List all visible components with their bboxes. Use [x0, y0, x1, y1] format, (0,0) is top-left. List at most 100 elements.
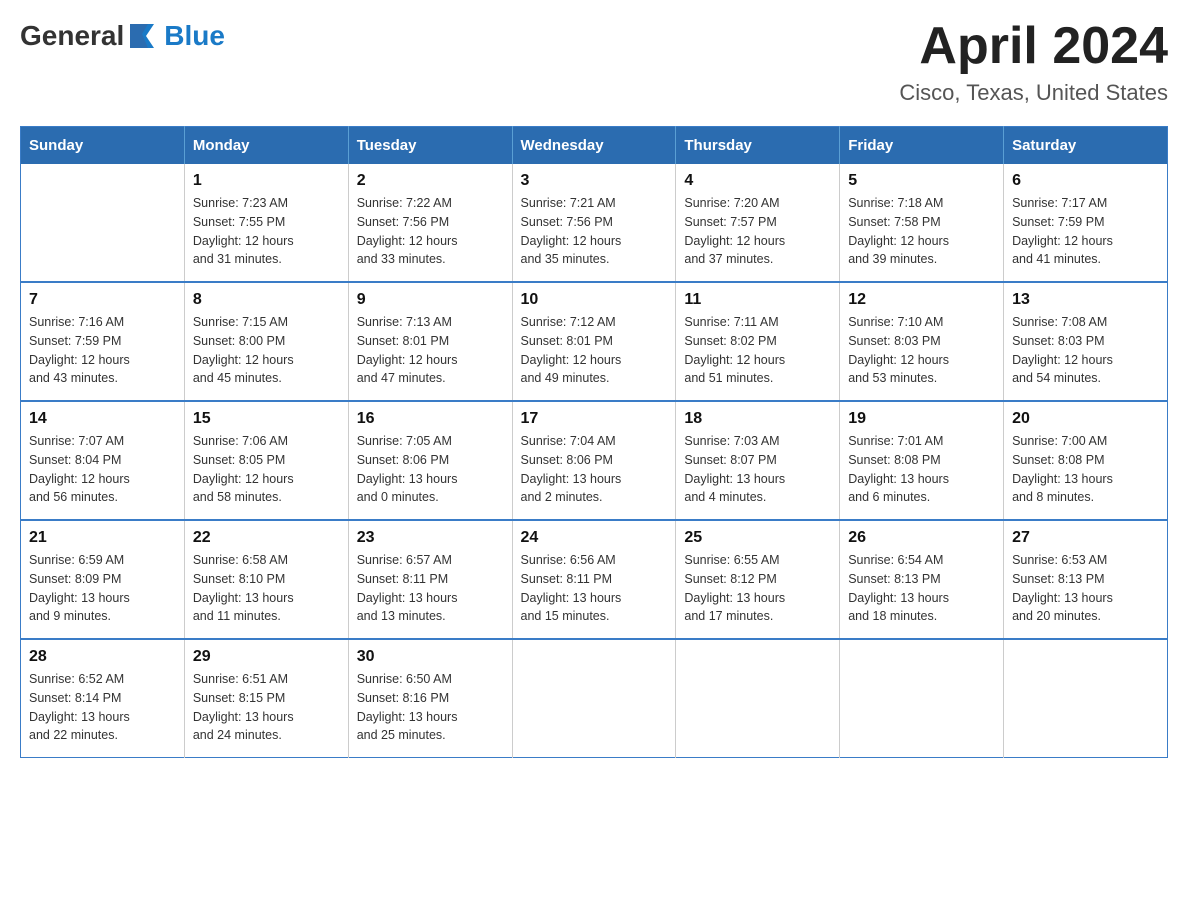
day-cell: 23 Sunrise: 6:57 AM Sunset: 8:11 PM Dayli…: [348, 520, 512, 639]
day-number: 9: [357, 291, 504, 309]
day-cell: 30 Sunrise: 6:50 AM Sunset: 8:16 PM Dayli…: [348, 639, 512, 758]
day-info: Sunrise: 7:23 AM Sunset: 7:55 PM Dayligh…: [193, 194, 340, 269]
day-number: 2: [357, 172, 504, 190]
day-cell: [840, 639, 1004, 758]
day-info: Sunrise: 6:52 AM Sunset: 8:14 PM Dayligh…: [29, 670, 176, 745]
day-cell: 4 Sunrise: 7:20 AM Sunset: 7:57 PM Daylig…: [676, 164, 840, 282]
day-number: 26: [848, 529, 995, 547]
month-year-title: April 2024: [899, 20, 1168, 72]
header-cell-monday: Monday: [184, 127, 348, 165]
day-info: Sunrise: 7:17 AM Sunset: 7:59 PM Dayligh…: [1012, 194, 1159, 269]
header-cell-sunday: Sunday: [21, 127, 185, 165]
day-info: Sunrise: 7:15 AM Sunset: 8:00 PM Dayligh…: [193, 313, 340, 388]
day-number: 17: [521, 410, 668, 428]
day-cell: 12 Sunrise: 7:10 AM Sunset: 8:03 PM Dayli…: [840, 282, 1004, 401]
header-row: SundayMondayTuesdayWednesdayThursdayFrid…: [21, 127, 1168, 165]
day-cell: [21, 164, 185, 282]
day-info: Sunrise: 7:20 AM Sunset: 7:57 PM Dayligh…: [684, 194, 831, 269]
day-number: 5: [848, 172, 995, 190]
week-row-4: 21Sunrise: 6:59 AM Sunset: 8:09 PM Dayli…: [21, 520, 1168, 639]
logo-text-general: General: [20, 20, 124, 52]
day-number: 4: [684, 172, 831, 190]
day-cell: [1004, 639, 1168, 758]
day-number: 11: [684, 291, 831, 309]
day-info: Sunrise: 6:57 AM Sunset: 8:11 PM Dayligh…: [357, 551, 504, 626]
logo: General Blue: [20, 20, 225, 52]
day-number: 27: [1012, 529, 1159, 547]
title-area: April 2024 Cisco, Texas, United States: [899, 20, 1168, 106]
logo-text-blue: Blue: [164, 20, 225, 52]
header-cell-thursday: Thursday: [676, 127, 840, 165]
day-number: 29: [193, 648, 340, 666]
day-number: 6: [1012, 172, 1159, 190]
day-number: 23: [357, 529, 504, 547]
day-cell: 24 Sunrise: 6:56 AM Sunset: 8:11 PM Dayli…: [512, 520, 676, 639]
week-row-3: 14Sunrise: 7:07 AM Sunset: 8:04 PM Dayli…: [21, 401, 1168, 520]
day-cell: 5 Sunrise: 7:18 AM Sunset: 7:58 PM Daylig…: [840, 164, 1004, 282]
day-info: Sunrise: 7:01 AM Sunset: 8:08 PM Dayligh…: [848, 432, 995, 507]
day-cell: 10 Sunrise: 7:12 AM Sunset: 8:01 PM Dayli…: [512, 282, 676, 401]
day-info: Sunrise: 7:12 AM Sunset: 8:01 PM Dayligh…: [521, 313, 668, 388]
day-number: 30: [357, 648, 504, 666]
day-number: 28: [29, 648, 176, 666]
day-cell: 3 Sunrise: 7:21 AM Sunset: 7:56 PM Daylig…: [512, 164, 676, 282]
day-cell: 29Sunrise: 6:51 AM Sunset: 8:15 PM Dayli…: [184, 639, 348, 758]
day-cell: 17 Sunrise: 7:04 AM Sunset: 8:06 PM Dayli…: [512, 401, 676, 520]
day-info: Sunrise: 7:21 AM Sunset: 7:56 PM Dayligh…: [521, 194, 668, 269]
day-cell: 28 Sunrise: 6:52 AM Sunset: 8:14 PM Dayli…: [21, 639, 185, 758]
day-cell: 18 Sunrise: 7:03 AM Sunset: 8:07 PM Dayli…: [676, 401, 840, 520]
day-cell: 22 Sunrise: 6:58 AM Sunset: 8:10 PM Dayli…: [184, 520, 348, 639]
week-row-2: 7 Sunrise: 7:16 AM Sunset: 7:59 PM Daylig…: [21, 282, 1168, 401]
day-cell: 13Sunrise: 7:08 AM Sunset: 8:03 PM Dayli…: [1004, 282, 1168, 401]
logo-flag-icon: [126, 20, 158, 52]
day-cell: 16Sunrise: 7:05 AM Sunset: 8:06 PM Dayli…: [348, 401, 512, 520]
day-number: 3: [521, 172, 668, 190]
day-info: Sunrise: 7:16 AM Sunset: 7:59 PM Dayligh…: [29, 313, 176, 388]
header-cell-tuesday: Tuesday: [348, 127, 512, 165]
day-info: Sunrise: 6:56 AM Sunset: 8:11 PM Dayligh…: [521, 551, 668, 626]
day-cell: [512, 639, 676, 758]
day-number: 12: [848, 291, 995, 309]
day-info: Sunrise: 7:10 AM Sunset: 8:03 PM Dayligh…: [848, 313, 995, 388]
week-row-5: 28 Sunrise: 6:52 AM Sunset: 8:14 PM Dayli…: [21, 639, 1168, 758]
calendar-table: SundayMondayTuesdayWednesdayThursdayFrid…: [20, 126, 1168, 758]
day-cell: 25Sunrise: 6:55 AM Sunset: 8:12 PM Dayli…: [676, 520, 840, 639]
day-info: Sunrise: 7:03 AM Sunset: 8:07 PM Dayligh…: [684, 432, 831, 507]
day-number: 22: [193, 529, 340, 547]
day-number: 18: [684, 410, 831, 428]
calendar-header: SundayMondayTuesdayWednesdayThursdayFrid…: [21, 127, 1168, 165]
day-info: Sunrise: 7:04 AM Sunset: 8:06 PM Dayligh…: [521, 432, 668, 507]
day-info: Sunrise: 7:13 AM Sunset: 8:01 PM Dayligh…: [357, 313, 504, 388]
day-info: Sunrise: 7:22 AM Sunset: 7:56 PM Dayligh…: [357, 194, 504, 269]
day-cell: 9 Sunrise: 7:13 AM Sunset: 8:01 PM Daylig…: [348, 282, 512, 401]
day-info: Sunrise: 6:53 AM Sunset: 8:13 PM Dayligh…: [1012, 551, 1159, 626]
day-cell: 6 Sunrise: 7:17 AM Sunset: 7:59 PM Daylig…: [1004, 164, 1168, 282]
day-cell: 15Sunrise: 7:06 AM Sunset: 8:05 PM Dayli…: [184, 401, 348, 520]
day-cell: 14Sunrise: 7:07 AM Sunset: 8:04 PM Dayli…: [21, 401, 185, 520]
day-info: Sunrise: 7:18 AM Sunset: 7:58 PM Dayligh…: [848, 194, 995, 269]
day-number: 24: [521, 529, 668, 547]
day-number: 25: [684, 529, 831, 547]
day-number: 15: [193, 410, 340, 428]
day-info: Sunrise: 7:05 AM Sunset: 8:06 PM Dayligh…: [357, 432, 504, 507]
day-number: 21: [29, 529, 176, 547]
calendar-body: 1Sunrise: 7:23 AM Sunset: 7:55 PM Daylig…: [21, 164, 1168, 758]
day-number: 8: [193, 291, 340, 309]
day-cell: 20 Sunrise: 7:00 AM Sunset: 8:08 PM Dayli…: [1004, 401, 1168, 520]
day-cell: 26Sunrise: 6:54 AM Sunset: 8:13 PM Dayli…: [840, 520, 1004, 639]
day-cell: 11Sunrise: 7:11 AM Sunset: 8:02 PM Dayli…: [676, 282, 840, 401]
day-cell: 27 Sunrise: 6:53 AM Sunset: 8:13 PM Dayli…: [1004, 520, 1168, 639]
day-number: 14: [29, 410, 176, 428]
day-number: 10: [521, 291, 668, 309]
header-cell-friday: Friday: [840, 127, 1004, 165]
location-subtitle: Cisco, Texas, United States: [899, 80, 1168, 106]
day-number: 7: [29, 291, 176, 309]
day-cell: 2 Sunrise: 7:22 AM Sunset: 7:56 PM Daylig…: [348, 164, 512, 282]
day-cell: 8 Sunrise: 7:15 AM Sunset: 8:00 PM Daylig…: [184, 282, 348, 401]
day-info: Sunrise: 6:58 AM Sunset: 8:10 PM Dayligh…: [193, 551, 340, 626]
day-number: 20: [1012, 410, 1159, 428]
header: General Blue April 2024 Cisco, Texas, Un…: [20, 20, 1168, 106]
day-info: Sunrise: 7:00 AM Sunset: 8:08 PM Dayligh…: [1012, 432, 1159, 507]
header-cell-saturday: Saturday: [1004, 127, 1168, 165]
day-info: Sunrise: 6:50 AM Sunset: 8:16 PM Dayligh…: [357, 670, 504, 745]
